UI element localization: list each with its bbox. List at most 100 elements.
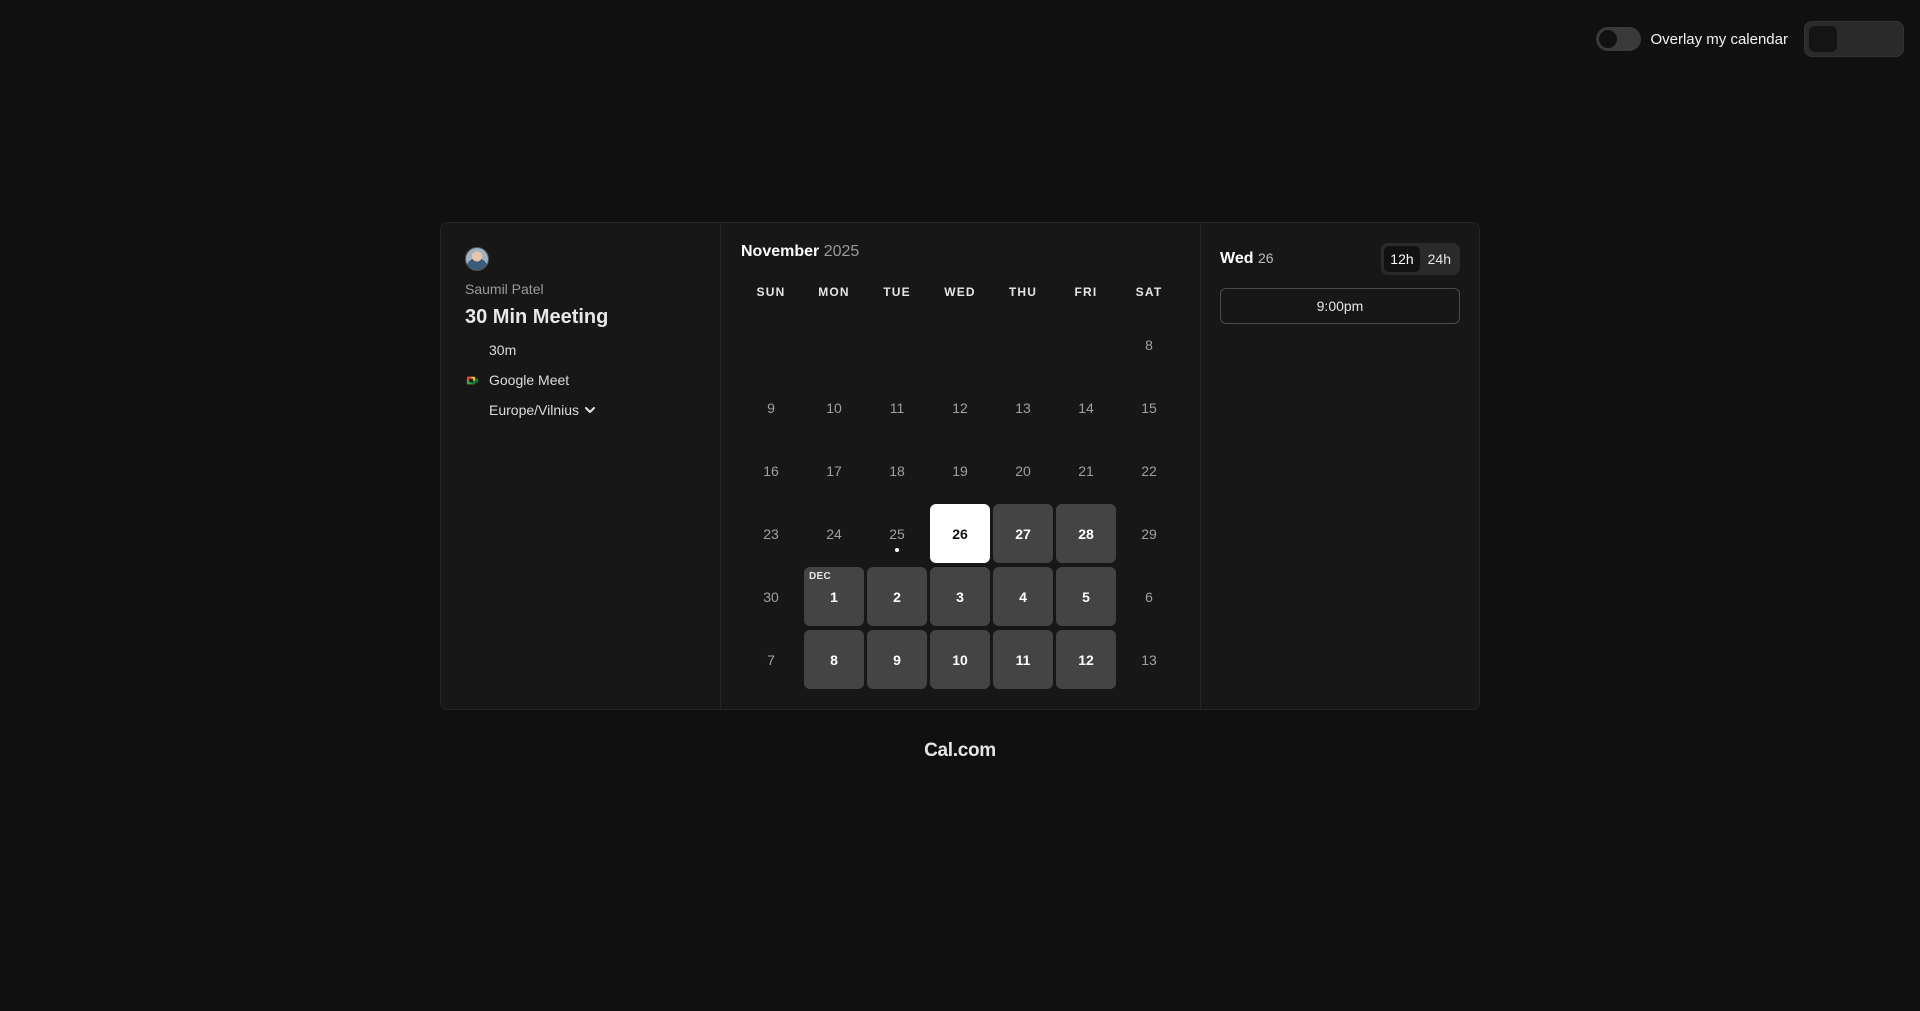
day-cell[interactable]: 12 — [1056, 630, 1116, 689]
day-number: 11 — [1015, 651, 1031, 668]
day-cell[interactable]: 9 — [867, 630, 927, 689]
layout-view-option-active[interactable] — [1809, 26, 1837, 52]
timezone-select[interactable]: Europe/Vilnius — [489, 402, 597, 418]
format-24h-button[interactable]: 24h — [1422, 246, 1457, 272]
day-grid: 8 9 10 11 12 13 14 15 16 17 18 19 20 21 22 23 24 25 26 27 28… — [741, 315, 1180, 689]
day-number: 21 — [1078, 462, 1094, 479]
day-cell: 13 — [993, 378, 1053, 437]
day-cell[interactable]: 27 — [993, 504, 1053, 563]
day-cell: 6 — [1119, 567, 1179, 626]
day-cell[interactable]: 28 — [1056, 504, 1116, 563]
event-meta-panel: Saumil Patel 30 Min Meeting 30m Google M… — [441, 223, 721, 709]
month-year: 2025 — [823, 243, 860, 260]
avatar — [465, 247, 489, 271]
weekday-header: SUN MON TUE WED THU FRI SAT — [741, 285, 1180, 299]
day-cell: 15 — [1119, 378, 1179, 437]
day-number: 4 — [1019, 588, 1027, 605]
day-cell: 18 — [867, 441, 927, 500]
day-cell: 16 — [741, 441, 801, 500]
format-12h-button[interactable]: 12h — [1384, 246, 1420, 272]
day-cell: 22 — [1119, 441, 1179, 500]
day-cell: 10 — [804, 378, 864, 437]
day-cell: 24 — [804, 504, 864, 563]
day-number: 28 — [1078, 525, 1094, 542]
day-cell[interactable]: 1 DEC — [804, 567, 864, 626]
weekday-label: WED — [944, 285, 976, 299]
day-cell[interactable]: 8 — [804, 630, 864, 689]
day-cell: 20 — [993, 441, 1053, 500]
day-number: 19 — [952, 462, 968, 479]
day-cell: 21 — [1056, 441, 1116, 500]
day-number: 26 — [952, 525, 968, 542]
day-cell: 11 — [867, 378, 927, 437]
today-indicator — [895, 548, 899, 552]
overlay-switch[interactable] — [1596, 27, 1642, 51]
weekday-label: SUN — [756, 285, 786, 299]
day-number: 8 — [1145, 336, 1153, 353]
day-number: 15 — [1141, 399, 1157, 416]
slots-header: Wed 26 12h 24h — [1220, 243, 1460, 275]
overlay-calendar-toggle[interactable]: Overlay my calendar — [1596, 27, 1788, 51]
day-number: 9 — [893, 651, 901, 668]
day-cell: 14 — [1056, 378, 1116, 437]
day-cell: 17 — [804, 441, 864, 500]
day-cell[interactable]: 3 — [930, 567, 990, 626]
day-number: 30 — [763, 588, 779, 605]
day-cell: 25 — [867, 504, 927, 563]
day-number: 29 — [1141, 525, 1157, 542]
event-title: 30 Min Meeting — [465, 306, 609, 328]
day-cell: 12 — [930, 378, 990, 437]
duration-row: 30m — [465, 342, 696, 358]
chevron-down-icon — [585, 407, 596, 413]
layout-view-toggle[interactable] — [1804, 21, 1904, 57]
day-number: 10 — [826, 399, 842, 416]
day-number: 9 — [767, 399, 775, 416]
slot-list: 9:00pm — [1220, 288, 1460, 324]
day-cell: 19 — [930, 441, 990, 500]
overlay-label: Overlay my calendar — [1650, 30, 1788, 48]
day-number: 1 — [830, 588, 838, 605]
month-heading: November 2025 — [741, 243, 1180, 261]
weekday-label: TUE — [883, 285, 911, 299]
day-cell[interactable]: 5 — [1056, 567, 1116, 626]
day-number: 11 — [889, 399, 905, 416]
day-cell[interactable]: 10 — [930, 630, 990, 689]
day-number: 23 — [763, 525, 779, 542]
google-meet-icon — [465, 373, 479, 387]
day-cell: 13 — [1119, 630, 1179, 689]
location-row: Google Meet — [465, 372, 696, 388]
day-number: 25 — [889, 525, 905, 542]
day-number: 20 — [1015, 462, 1031, 479]
brand-logo: Cal.com — [924, 740, 996, 761]
time-slots-panel: Wed 26 12h 24h 9:00pm — [1201, 223, 1479, 709]
switch-knob — [1599, 30, 1618, 48]
day-number: 7 — [767, 651, 775, 668]
time-slot-button[interactable]: 9:00pm — [1220, 288, 1460, 324]
selected-day-number: 26 — [1257, 250, 1274, 266]
day-cell: 8 — [1119, 315, 1179, 374]
month-tag: DEC — [809, 571, 832, 582]
day-cell[interactable]: 26 — [930, 504, 990, 563]
day-number: 12 — [952, 399, 968, 416]
day-cell: 23 — [741, 504, 801, 563]
month-name: November — [741, 243, 820, 260]
day-number: 16 — [763, 462, 779, 479]
day-number: 8 — [830, 651, 838, 668]
day-cell[interactable]: 4 — [993, 567, 1053, 626]
date-picker: November 2025 SUN MON TUE WED THU FRI SAT 8 9 10… — [721, 223, 1201, 709]
day-number: 27 — [1015, 525, 1031, 542]
booker-card: Saumil Patel 30 Min Meeting 30m Google M… — [440, 222, 1480, 710]
day-cell: 9 — [741, 378, 801, 437]
organizer-name: Saumil Patel — [465, 281, 544, 297]
time-format-toggle: 12h 24h — [1381, 243, 1460, 275]
day-number: 24 — [826, 525, 842, 542]
day-number: 3 — [956, 588, 964, 605]
selected-day-name: Wed — [1220, 250, 1254, 267]
day-number: 6 — [1145, 588, 1153, 605]
day-number: 13 — [1141, 651, 1157, 668]
day-cell[interactable]: 11 — [993, 630, 1053, 689]
day-cell[interactable]: 2 — [867, 567, 927, 626]
day-number: 5 — [1082, 588, 1090, 605]
day-number: 10 — [952, 651, 968, 668]
timezone-row: Europe/Vilnius — [465, 402, 696, 418]
